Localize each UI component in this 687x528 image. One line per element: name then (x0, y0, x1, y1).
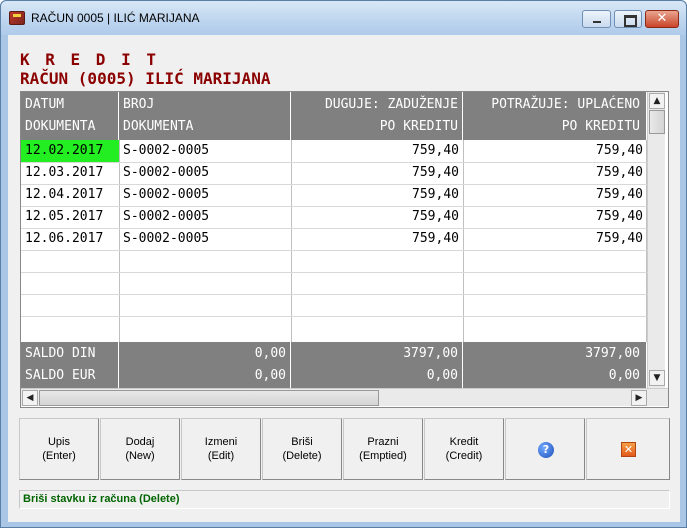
button-shortcut: (Delete) (282, 450, 322, 462)
kredit-button[interactable]: Kredit (Credit) (424, 418, 504, 480)
cell-date[interactable]: 12.03.2017 (21, 162, 119, 184)
saldo-eur-value: 0,00 (254, 368, 286, 383)
button-label: Briši (291, 436, 313, 448)
close-icon: ✕ (621, 442, 636, 457)
column-header-datum[interactable]: DATUM DOKUMENTA (21, 92, 119, 140)
grid-line (21, 316, 647, 317)
page-subtitle: RAČUN (0005) ILIĆ MARIJANA (20, 69, 271, 88)
window-title: RAČUN 0005 | ILIĆ MARIJANA (31, 11, 200, 25)
cell-duguje[interactable]: 759,40 (291, 184, 463, 206)
cell-duguje[interactable]: 759,40 (291, 228, 463, 250)
button-shortcut: (Edit) (207, 450, 235, 462)
scroll-left-button[interactable]: ◀ (22, 390, 38, 406)
header-label: PO KREDITU (379, 119, 458, 134)
page-title: K R E D I T (20, 50, 159, 69)
exit-button[interactable]: ✕ (586, 418, 670, 480)
cell-duguje[interactable]: 759,40 (291, 206, 463, 228)
cell-date[interactable]: 12.04.2017 (21, 184, 119, 206)
cell-doc[interactable]: S-0002-0005 (119, 228, 291, 250)
cell-potrazuje[interactable]: 759,40 (463, 206, 647, 228)
saldo-din-label: SALDO DIN (25, 346, 96, 361)
upis-button[interactable]: Upis (Enter) (19, 418, 99, 480)
scroll-down-button[interactable]: ▼ (649, 370, 665, 386)
button-label: Upis (47, 436, 70, 448)
cell-duguje[interactable]: 759,40 (291, 162, 463, 184)
column-header-potrazuje[interactable]: POTRAŽUJE: UPLAĆENO PO KREDITU (463, 92, 647, 140)
button-shortcut: (Credit) (445, 450, 483, 462)
izmeni-button[interactable]: Izmeni (Edit) (181, 418, 261, 480)
close-icon: ✕ (656, 11, 668, 26)
cell-doc[interactable]: S-0002-0005 (119, 140, 291, 162)
header-label: BROJ (123, 97, 155, 112)
saldo-eur-duguje: 0,00 (426, 368, 458, 383)
app-window: RAČUN 0005 | ILIĆ MARIJANA ✕ K R E D I T… (0, 0, 687, 528)
horizontal-scroll-thumb[interactable] (39, 390, 379, 406)
button-label: Prazni (367, 436, 399, 448)
saldo-eur-potrazuje: 0,00 (608, 368, 640, 383)
scroll-up-button[interactable]: ▲ (649, 93, 665, 109)
title-bar[interactable]: RAČUN 0005 | ILIĆ MARIJANA ✕ (1, 1, 686, 35)
client-area: K R E D I T RAČUN (0005) ILIĆ MARIJANA D… (8, 35, 680, 522)
cell-doc[interactable]: S-0002-0005 (119, 206, 291, 228)
cell-potrazuje[interactable]: 759,40 (463, 162, 647, 184)
prazni-button[interactable]: Prazni (Emptied) (343, 418, 423, 480)
brisi-button[interactable]: Briši (Delete) (262, 418, 342, 480)
saldo-din-duguje: 3797,00 (403, 346, 458, 361)
header-label: DUGUJE: ZADUŽENJE (324, 97, 458, 112)
maximize-button[interactable] (614, 10, 642, 28)
grid-line (21, 250, 647, 251)
cell-potrazuje[interactable]: 759,40 (463, 228, 647, 250)
header-label: DATUM (25, 97, 65, 112)
cell-date[interactable]: 12.02.2017 (21, 140, 119, 162)
app-icon (9, 11, 25, 25)
close-window-button[interactable]: ✕ (645, 10, 679, 28)
header-label: POTRAŽUJE: UPLAĆENO (491, 97, 640, 112)
header-label: DOKUMENTA (123, 119, 194, 134)
cell-date[interactable]: 12.05.2017 (21, 206, 119, 228)
button-label: Dodaj (125, 436, 155, 448)
cell-doc[interactable]: S-0002-0005 (119, 184, 291, 206)
header-label: DOKUMENTA (25, 119, 96, 134)
minimize-button[interactable] (582, 10, 611, 28)
help-button[interactable]: ? (505, 418, 585, 480)
footer-potrazuje: 3797,00 0,00 (463, 342, 647, 388)
saldo-din-potrazuje: 3797,00 (585, 346, 640, 361)
action-toolbar: Upis (Enter) Dodaj (New) Izmeni (Edit) B… (19, 418, 670, 480)
status-bar: Briši stavku iz računa (Delete) (19, 490, 670, 509)
grid-line (21, 272, 647, 273)
button-shortcut: (Emptied) (359, 450, 407, 462)
grid-line (21, 294, 647, 295)
cell-date[interactable]: 12.06.2017 (21, 228, 119, 250)
help-icon: ? (538, 442, 554, 458)
button-shortcut: (Enter) (42, 450, 76, 462)
data-grid[interactable]: DATUM DOKUMENTA BROJ DOKUMENTA DUGUJE: Z… (20, 91, 669, 408)
horizontal-scrollbar[interactable]: ◀ ▶ (21, 388, 668, 406)
saldo-eur-label: SALDO EUR (25, 368, 96, 383)
dodaj-button[interactable]: Dodaj (New) (100, 418, 180, 480)
cell-potrazuje[interactable]: 759,40 (463, 184, 647, 206)
vertical-scroll-thumb[interactable] (649, 110, 665, 134)
column-header-broj[interactable]: BROJ DOKUMENTA (119, 92, 291, 140)
cell-potrazuje[interactable]: 759,40 (463, 140, 647, 162)
header-label: PO KREDITU (561, 119, 640, 134)
vertical-scrollbar[interactable]: ▲ ▼ (647, 92, 665, 388)
saldo-din-value: 0,00 (254, 346, 286, 361)
button-label: Izmeni (204, 436, 238, 448)
cell-duguje[interactable]: 759,40 (291, 140, 463, 162)
footer-label-column: SALDO DIN SALDO EUR (21, 342, 119, 388)
column-header-duguje[interactable]: DUGUJE: ZADUŽENJE PO KREDITU (291, 92, 463, 140)
button-label: Kredit (449, 436, 479, 448)
footer-duguje: 3797,00 0,00 (291, 342, 463, 388)
button-shortcut: (New) (125, 450, 155, 462)
footer-column-2: 0,00 0,00 (119, 342, 291, 388)
cell-doc[interactable]: S-0002-0005 (119, 162, 291, 184)
scroll-right-button[interactable]: ▶ (631, 390, 647, 406)
